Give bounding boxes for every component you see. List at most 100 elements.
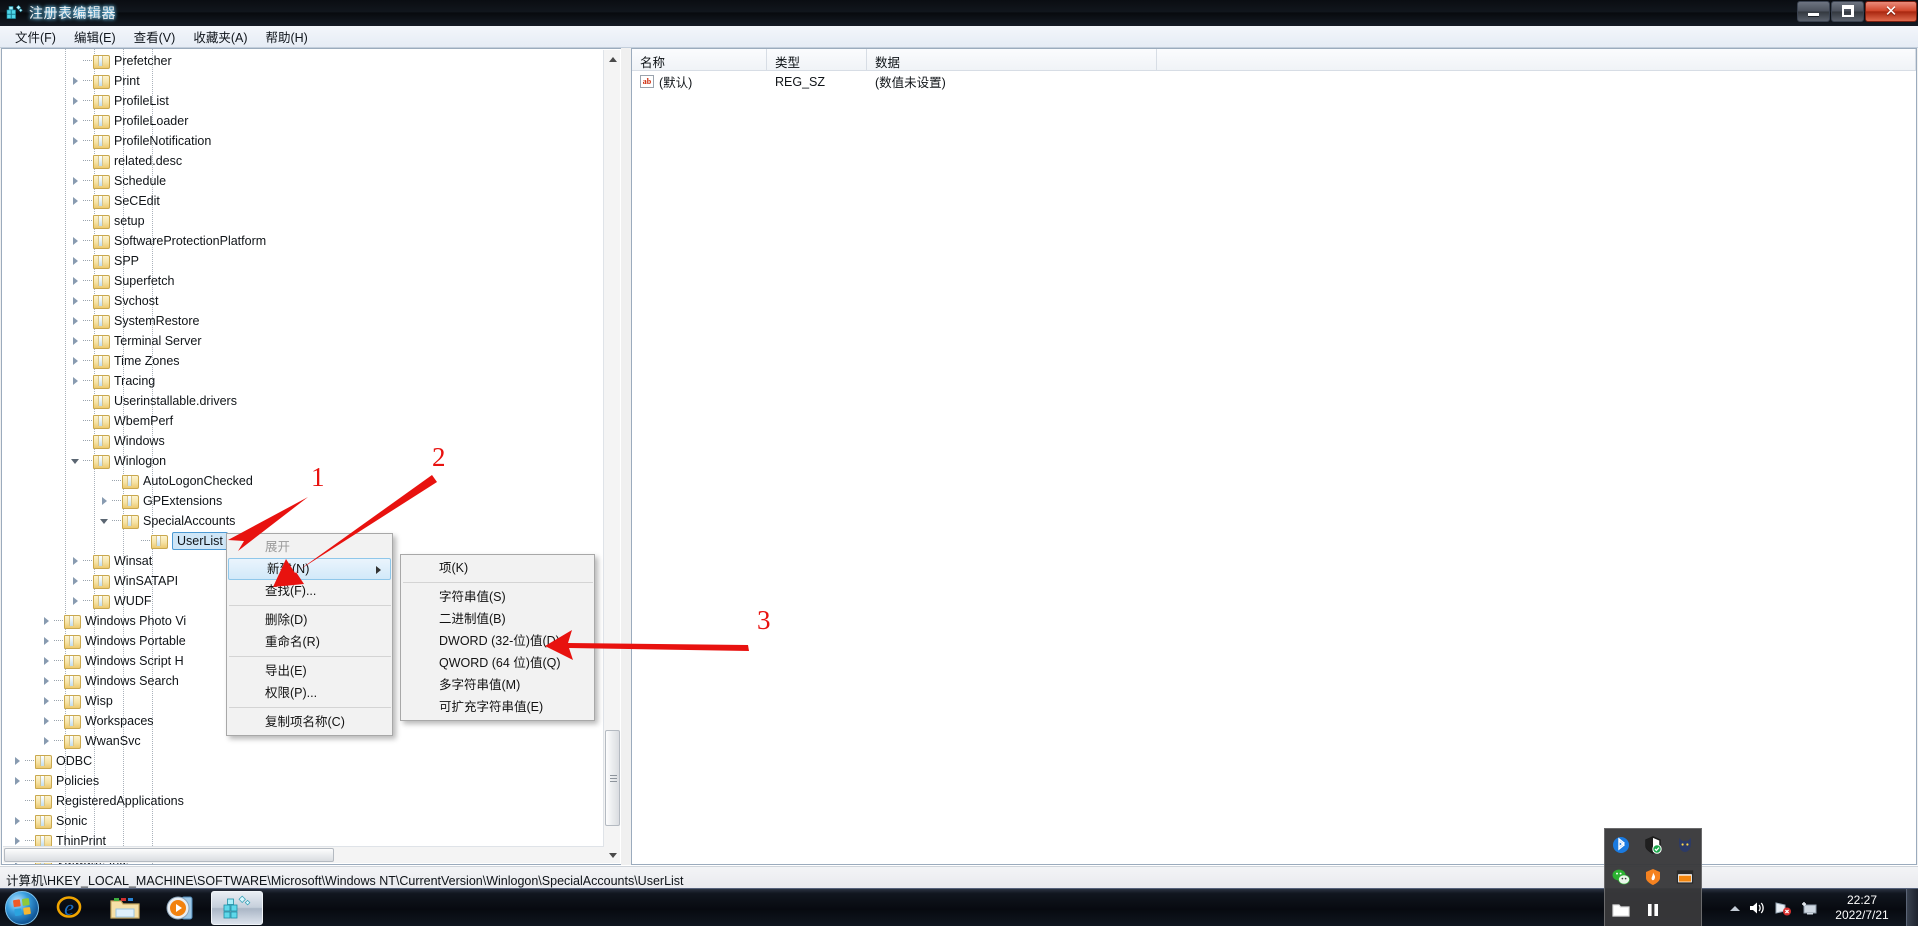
tree-scroll-up-icon[interactable]: [604, 50, 621, 67]
expand-triangle-icon[interactable]: [69, 191, 83, 211]
tree-item-profilenotification[interactable]: ProfileNotification: [2, 131, 621, 151]
tree-item-registeredapplications[interactable]: RegisteredApplications: [2, 791, 621, 811]
collapse-triangle-icon[interactable]: [69, 451, 83, 471]
expand-triangle-icon[interactable]: [69, 551, 83, 571]
expand-triangle-icon[interactable]: [69, 351, 83, 371]
menu-help[interactable]: 帮助(H): [256, 25, 316, 48]
expand-triangle-icon[interactable]: [40, 651, 54, 671]
start-orb[interactable]: [5, 890, 39, 925]
tray-overflow-flyout[interactable]: [1604, 828, 1702, 926]
expand-triangle-icon[interactable]: [69, 591, 83, 611]
tree-item-print[interactable]: Print: [2, 71, 621, 91]
tree-item-odbc[interactable]: ODBC: [2, 751, 621, 771]
tree-context-menu[interactable]: 展开 新建(N) 查找(F)... 删除(D) 重命名(R) 导出(E) 权限(P)... 复…: [226, 533, 393, 736]
tree-item-setup[interactable]: setup: [2, 211, 621, 231]
expand-triangle-icon[interactable]: [69, 271, 83, 291]
sub-item-7[interactable]: 可扩充字符串值(E): [401, 696, 594, 718]
expand-triangle-icon[interactable]: [69, 111, 83, 131]
show-desktop-button[interactable]: [1906, 889, 1918, 926]
tree-horizontal-scrollbar[interactable]: [3, 846, 604, 863]
wechat-icon[interactable]: [1611, 867, 1631, 887]
show-hidden-icons-icon[interactable]: [1724, 889, 1744, 926]
menu-view[interactable]: 查看(V): [125, 25, 185, 48]
column-header-data[interactable]: 数据: [867, 49, 1157, 70]
new-submenu[interactable]: 项(K) 字符串值(S) 二进制值(B) DWORD (32-位)值(D) QWORD …: [400, 554, 595, 721]
close-button[interactable]: ✕: [1865, 1, 1917, 22]
tree-item-windows[interactable]: Windows: [2, 431, 621, 451]
menu-edit[interactable]: 编辑(E): [65, 25, 125, 48]
expand-triangle-icon[interactable]: [69, 71, 83, 91]
expand-triangle-icon[interactable]: [69, 291, 83, 311]
tree-item-wbemperf[interactable]: WbemPerf: [2, 411, 621, 431]
ctx-item-4[interactable]: 删除(D): [227, 609, 392, 631]
tree-item-prefetcher[interactable]: Prefetcher: [2, 51, 621, 71]
tree-item-profilelist[interactable]: ProfileList: [2, 91, 621, 111]
tree-item-profileloader[interactable]: ProfileLoader: [2, 111, 621, 131]
tree-item-userinstallable-drivers[interactable]: Userinstallable.drivers: [2, 391, 621, 411]
tree-item-gpextensions[interactable]: GPExtensions: [2, 491, 621, 511]
taskbar-registry-editor[interactable]: [211, 890, 263, 925]
expand-triangle-icon[interactable]: [69, 91, 83, 111]
expand-triangle-icon[interactable]: [11, 811, 25, 831]
menu-file[interactable]: 文件(F): [6, 25, 65, 48]
sub-item-0[interactable]: 项(K): [401, 557, 594, 579]
expand-triangle-icon[interactable]: [40, 731, 54, 751]
tree-item-spp[interactable]: SPP: [2, 251, 621, 271]
expand-triangle-icon[interactable]: [69, 251, 83, 271]
tree-scroll-thumb[interactable]: [605, 730, 620, 826]
expand-triangle-icon[interactable]: [69, 131, 83, 151]
tree-item-sonic[interactable]: Sonic: [2, 811, 621, 831]
expand-triangle-icon[interactable]: [40, 671, 54, 691]
table-row[interactable]: ab (默认) REG_SZ (数值未设置): [632, 71, 1916, 92]
taskbar-media-player[interactable]: [155, 891, 207, 925]
sub-item-4[interactable]: DWORD (32-位)值(D): [401, 630, 594, 652]
tree-item-systemrestore[interactable]: SystemRestore: [2, 311, 621, 331]
tree-item-related-desc[interactable]: related.desc: [2, 151, 621, 171]
restore-button[interactable]: [1831, 1, 1864, 22]
expand-triangle-icon[interactable]: [69, 171, 83, 191]
expand-triangle-icon[interactable]: [40, 691, 54, 711]
ctx-item-5[interactable]: 重命名(R): [227, 631, 392, 653]
taskbar-clock[interactable]: 22:27 2022/7/21: [1822, 893, 1906, 923]
expand-triangle-icon[interactable]: [69, 331, 83, 351]
expand-triangle-icon[interactable]: [69, 311, 83, 331]
tree-item-time-zones[interactable]: Time Zones: [2, 351, 621, 371]
expand-triangle-icon[interactable]: [69, 231, 83, 251]
column-header-type[interactable]: 类型: [767, 49, 867, 70]
ctx-item-1[interactable]: 新建(N): [228, 558, 391, 580]
sub-item-6[interactable]: 多字符串值(M): [401, 674, 594, 696]
minimize-button[interactable]: [1797, 1, 1830, 22]
cat-app-icon[interactable]: [1675, 835, 1695, 855]
tree-vertical-scrollbar[interactable]: [603, 50, 620, 863]
folder-app-icon[interactable]: [1611, 900, 1631, 920]
sub-item-2[interactable]: 字符串值(S): [401, 586, 594, 608]
expand-triangle-icon[interactable]: [40, 711, 54, 731]
taskbar-internet-explorer[interactable]: e: [43, 891, 95, 925]
expand-triangle-icon[interactable]: [69, 571, 83, 591]
expand-triangle-icon[interactable]: [98, 491, 112, 511]
network-icon[interactable]: [1770, 889, 1796, 926]
expand-triangle-icon[interactable]: [11, 771, 25, 791]
ctx-item-2[interactable]: 查找(F)...: [227, 580, 392, 602]
pause-app-icon[interactable]: [1643, 900, 1663, 920]
huorong-shield-icon[interactable]: [1643, 867, 1663, 887]
ctx-item-7[interactable]: 导出(E): [227, 660, 392, 682]
volume-icon[interactable]: [1744, 889, 1770, 926]
tree-item-tracing[interactable]: Tracing: [2, 371, 621, 391]
action-center-icon[interactable]: [1796, 889, 1822, 926]
sub-item-5[interactable]: QWORD (64 位)值(Q): [401, 652, 594, 674]
expand-triangle-icon[interactable]: [40, 631, 54, 651]
tree-item-secedit[interactable]: SeCEdit: [2, 191, 621, 211]
tree-item-svchost[interactable]: Svchost: [2, 291, 621, 311]
menu-favorites[interactable]: 收藏夹(A): [184, 25, 256, 48]
expand-triangle-icon[interactable]: [69, 371, 83, 391]
window-app-icon[interactable]: [1675, 867, 1695, 887]
tree-hscroll-thumb[interactable]: [4, 848, 334, 862]
tree-item-schedule[interactable]: Schedule: [2, 171, 621, 191]
expand-triangle-icon[interactable]: [40, 611, 54, 631]
collapse-triangle-icon[interactable]: [98, 511, 112, 531]
pane-splitter[interactable]: [623, 48, 631, 865]
sub-item-3[interactable]: 二进制值(B): [401, 608, 594, 630]
taskbar-windows-explorer[interactable]: [99, 891, 151, 925]
tree-item-policies[interactable]: Policies: [2, 771, 621, 791]
